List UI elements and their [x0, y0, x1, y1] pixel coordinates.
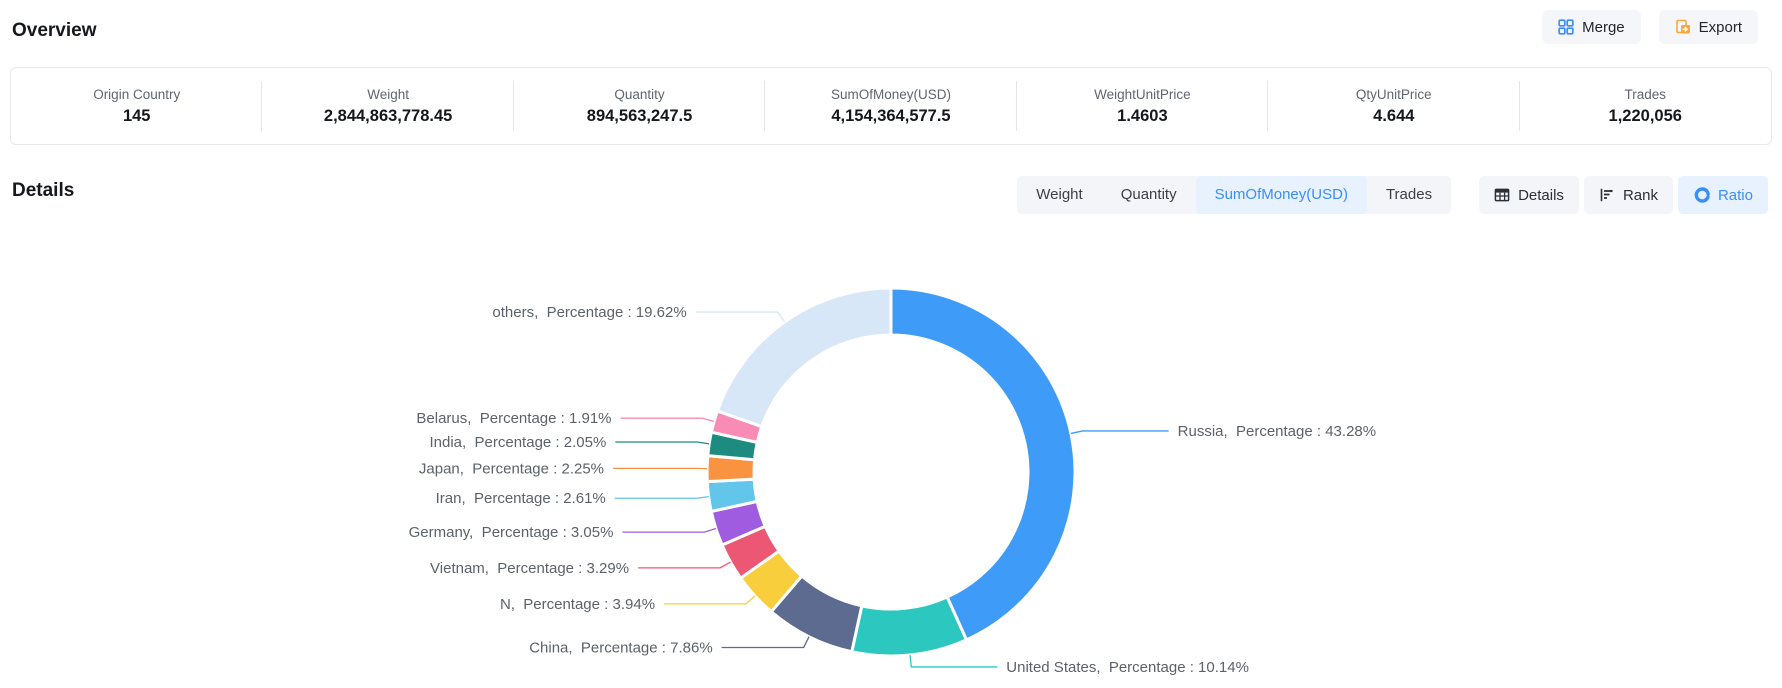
view-details-button[interactable]: Details: [1479, 176, 1579, 214]
view-ratio-button[interactable]: Ratio: [1678, 176, 1768, 214]
label-leader-line: [722, 637, 809, 648]
donut-slice-others[interactable]: [717, 288, 891, 427]
stat-label: SumOfMoney(USD): [831, 87, 951, 102]
stat-value: 4.644: [1373, 107, 1414, 126]
slice-label: Belarus, Percentage : 1.91%: [416, 410, 611, 427]
tab-quantity[interactable]: Quantity: [1102, 176, 1196, 214]
overview-stats-card: Origin Country 145 Weight 2,844,863,778.…: [10, 67, 1772, 145]
view-rank-button[interactable]: Rank: [1584, 176, 1673, 214]
page-title: Overview: [12, 20, 97, 42]
merge-button-label: Merge: [1582, 19, 1625, 36]
stat-label: Trades: [1624, 87, 1666, 102]
stat-label: Weight: [367, 87, 409, 102]
origin-country-ratio-donut-chart: Russia, Percentage : 43.28% United States…: [0, 220, 1782, 688]
metric-tab-group: Weight Quantity SumOfMoney(USD) Trades: [1017, 176, 1451, 214]
label-leader-line: [622, 528, 715, 532]
label-leader-line: [696, 312, 785, 322]
label-leader-line: [638, 562, 730, 568]
stat-qty-unit-price: QtyUnitPrice 4.644: [1268, 68, 1519, 144]
stat-quantity: Quantity 894,563,247.5: [514, 68, 765, 144]
table-icon: [1494, 187, 1510, 203]
stat-weight: Weight 2,844,863,778.45: [262, 68, 513, 144]
slice-label: others, Percentage : 19.62%: [492, 304, 686, 321]
stat-trades: Trades 1,220,056: [1520, 68, 1771, 144]
stat-value: 145: [123, 107, 151, 126]
export-button[interactable]: Export: [1659, 10, 1758, 44]
slice-label: China, Percentage : 7.86%: [529, 639, 712, 656]
view-rank-label: Rank: [1623, 187, 1658, 204]
slice-label: N, Percentage : 3.94%: [500, 596, 655, 613]
label-leader-line: [910, 655, 997, 667]
slice-label: Iran, Percentage : 2.61%: [436, 490, 606, 507]
merge-button[interactable]: Merge: [1542, 10, 1641, 44]
stat-value: 894,563,247.5: [587, 107, 693, 126]
stat-label: Quantity: [614, 87, 664, 102]
tab-trades[interactable]: Trades: [1367, 176, 1451, 214]
top-bar: Overview Merge: [0, 0, 1782, 58]
slice-label: Vietnam, Percentage : 3.29%: [430, 560, 629, 577]
donut-chart-icon: [1693, 187, 1710, 204]
label-leader-line: [621, 418, 715, 421]
stat-origin-country: Origin Country 145: [11, 68, 262, 144]
slice-label: Russia, Percentage : 43.28%: [1178, 423, 1376, 440]
details-title: Details: [12, 180, 74, 202]
stat-weight-unit-price: WeightUnitPrice 1.4603: [1017, 68, 1268, 144]
stat-label: QtyUnitPrice: [1356, 87, 1432, 102]
view-ratio-label: Ratio: [1718, 187, 1753, 204]
stat-value: 2,844,863,778.45: [324, 107, 452, 126]
stat-sum-of-money: SumOfMoney(USD) 4,154,364,577.5: [765, 68, 1016, 144]
stat-label: Origin Country: [93, 87, 180, 102]
details-controls: Weight Quantity SumOfMoney(USD) Trades D…: [1017, 176, 1768, 214]
label-leader-line: [615, 442, 709, 444]
stat-value: 4,154,364,577.5: [831, 107, 950, 126]
label-leader-line: [664, 596, 755, 604]
view-tab-group: Details Rank Ratio: [1479, 176, 1768, 214]
slice-label: India, Percentage : 2.05%: [430, 434, 607, 451]
tab-weight[interactable]: Weight: [1017, 176, 1101, 214]
rank-bars-icon: [1599, 187, 1615, 203]
label-leader-line: [1071, 431, 1169, 434]
top-actions: Merge Export: [1542, 10, 1758, 44]
slice-label: Germany, Percentage : 3.05%: [409, 524, 614, 541]
tab-sum-of-money[interactable]: SumOfMoney(USD): [1196, 176, 1367, 214]
stat-label: WeightUnitPrice: [1094, 87, 1191, 102]
export-button-label: Export: [1699, 19, 1742, 36]
donut-slice-russia[interactable]: [891, 288, 1075, 640]
view-details-label: Details: [1518, 187, 1564, 204]
export-file-icon: [1675, 19, 1691, 35]
stat-value: 1,220,056: [1609, 107, 1682, 126]
label-leader-line: [615, 497, 709, 499]
donut-slice-united-states[interactable]: [852, 597, 967, 656]
merge-grid-icon: [1558, 19, 1574, 35]
slice-label: Japan, Percentage : 2.25%: [419, 460, 604, 477]
slice-label: United States, Percentage : 10.14%: [1006, 659, 1249, 676]
stat-value: 1.4603: [1117, 107, 1167, 126]
